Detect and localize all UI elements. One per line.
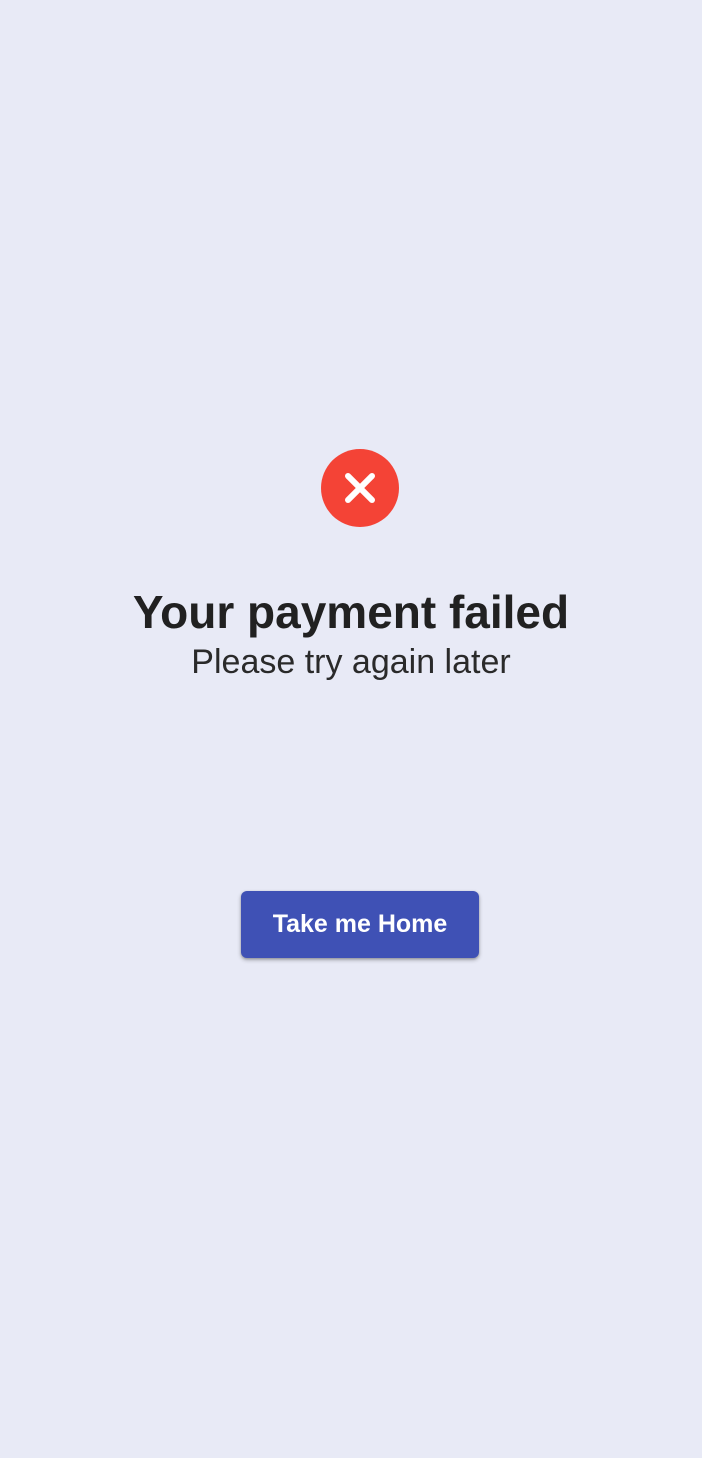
error-close-icon xyxy=(321,449,399,527)
payment-failed-screen: Your payment failed Please try again lat… xyxy=(0,0,702,1458)
take-me-home-button[interactable]: Take me Home xyxy=(241,891,479,958)
close-x-icon xyxy=(345,473,375,503)
payment-status-subtitle: Please try again later xyxy=(191,643,511,681)
payment-status-title: Your payment failed xyxy=(132,586,570,638)
